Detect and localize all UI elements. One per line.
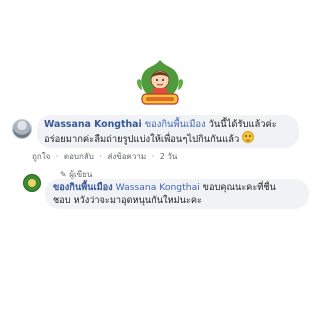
reply-link[interactable]: ตอบกลับ [64, 152, 94, 161]
comment-bubble: Wassana Kongthai ของกินพื้นเมือง วันนี้ไ… [37, 115, 299, 148]
grinning-face-icon [242, 131, 255, 143]
reply-text-part2: ชอบ หวังว่าจะมาอุดหนุนกันใหม่นะคะ [53, 195, 202, 206]
reply-line-2: ชอบ หวังว่าจะมาอุดหนุนกันใหม่นะคะ [53, 194, 202, 207]
author-badge-label: ผู้เขียน [69, 170, 93, 179]
tagged-user-link[interactable]: Wassana Kongthai [116, 182, 200, 193]
separator: · [55, 152, 59, 161]
timestamp[interactable]: 2 วัน [160, 152, 178, 161]
tagged-page-link[interactable]: ของกินพื้นเมือง [145, 119, 206, 130]
reply-text-part1: ขอบคุณนะคะที่ชื่น [202, 182, 276, 193]
commenter-name-link[interactable]: Wassana Kongthai [44, 119, 142, 130]
send-message-link[interactable]: ส่งข้อความ [107, 152, 146, 161]
reply-line-1: ของกินพื้นเมือง Wassana Kongthai ขอบคุณน… [53, 181, 276, 194]
comment-text-part2: อร่อยมากค่ะลืมถ่ายรูปแบ่งให้เพื่อนๆไปกิน… [44, 134, 240, 145]
comment-line-1: Wassana Kongthai ของกินพื้นเมือง วันนี้ไ… [44, 118, 277, 131]
reply-author-link[interactable]: ของกินพื้นเมือง [53, 182, 113, 193]
comment-text-part1: วันนี้ได้รับแล้วค่ะ [208, 119, 277, 130]
reply-bubble: ของกินพื้นเมือง Wassana Kongthai ขอบคุณน… [45, 179, 309, 209]
commenter-avatar[interactable] [12, 119, 32, 139]
like-link[interactable]: ถูกใจ [32, 152, 50, 161]
comment-line-2: อร่อยมากค่ะลืมถ่ายรูปแบ่งให้เพื่อนๆไปกิน… [44, 131, 255, 146]
separator: · [99, 152, 102, 161]
page-avatar[interactable] [23, 174, 41, 192]
separator: · [151, 152, 155, 161]
logo-illustration-icon [136, 60, 184, 105]
pencil-icon: ✎ [60, 170, 67, 179]
comment-actions: ถูกใจ · ตอบกลับ · ส่งข้อความ · 2 วัน [32, 150, 180, 163]
page-logo [133, 58, 187, 112]
